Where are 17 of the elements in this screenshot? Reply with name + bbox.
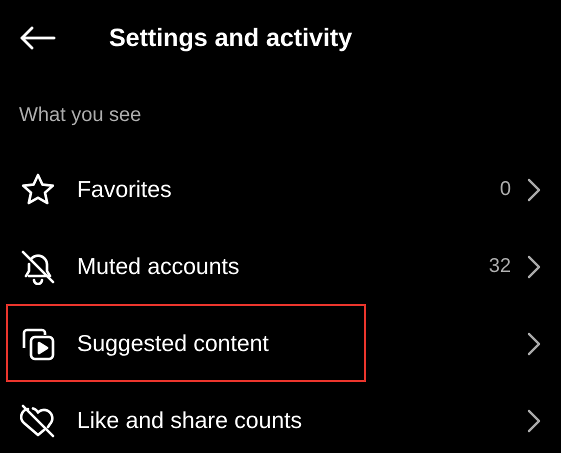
chevron-icon <box>527 178 541 202</box>
settings-item[interactable]: Suggested content <box>0 305 561 382</box>
section-label: What you see <box>19 104 142 126</box>
settings-item[interactable]: Favorites 0 <box>0 151 561 228</box>
star-icon <box>20 172 56 208</box>
bell-slash-icon <box>20 248 56 284</box>
chevron-icon <box>527 332 541 356</box>
item-count: 32 <box>488 255 511 278</box>
item-count: 0 <box>500 178 511 201</box>
chevron-icon <box>527 254 541 278</box>
back-arrow-icon[interactable] <box>20 26 56 50</box>
media-play-icon <box>20 326 56 362</box>
settings-item[interactable]: Muted accounts 32 <box>0 228 561 305</box>
chevron-icon <box>527 408 541 432</box>
screen-title: Settings and activity <box>109 24 352 52</box>
settings-item[interactable]: Like and share counts <box>0 382 561 453</box>
heart-slash-icon <box>20 402 56 438</box>
